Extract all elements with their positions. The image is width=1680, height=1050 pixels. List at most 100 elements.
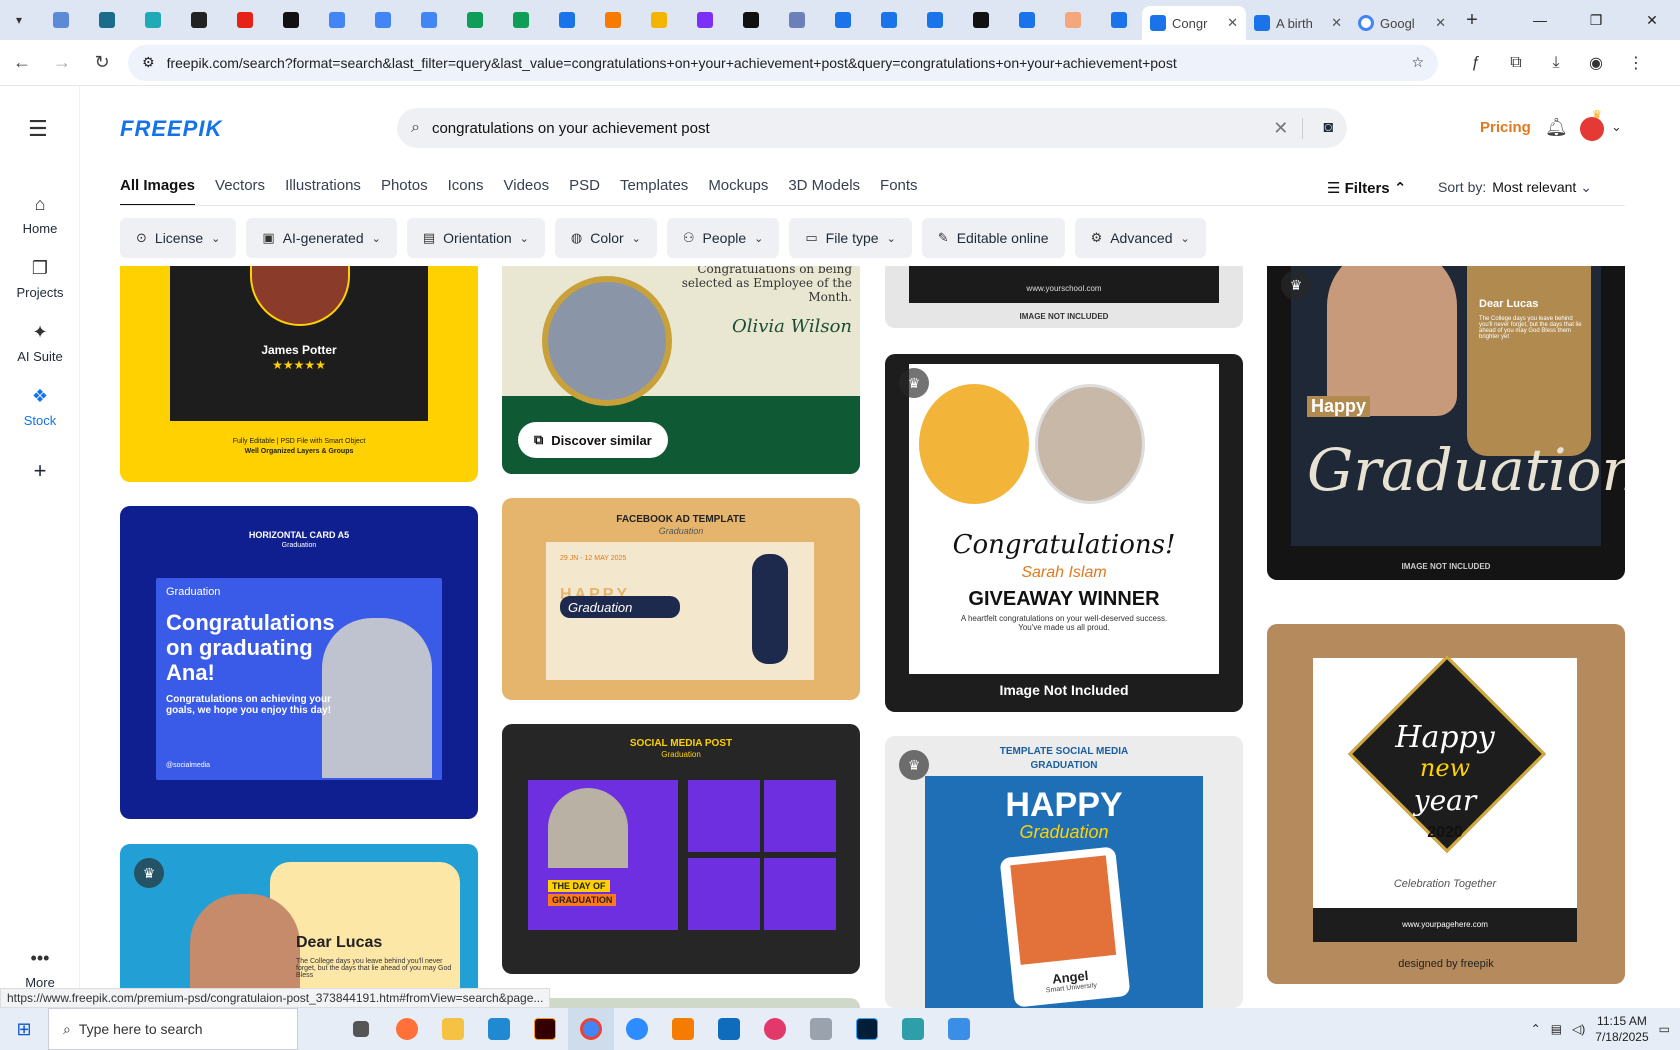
zoom-icon[interactable] xyxy=(614,1008,660,1050)
pinned-tab[interactable] xyxy=(222,0,268,40)
result-card[interactable]: Congratulations! Sarah Islam GIVEAWAY WI… xyxy=(885,354,1243,712)
pinned-tab[interactable] xyxy=(866,0,912,40)
rail-item-home[interactable]: ⌂ Home xyxy=(0,194,80,236)
hamburger-menu-icon[interactable]: ☰ xyxy=(28,116,48,142)
new-tab-button[interactable]: + xyxy=(1454,9,1490,32)
orientation-filter[interactable]: ▤ Orientation ⌄ xyxy=(406,218,545,258)
result-card[interactable]: FACEBOOK AD TEMPLATE Graduation 29 JN - … xyxy=(502,498,860,700)
close-icon[interactable]: ✕ xyxy=(1331,15,1342,31)
pinned-tab[interactable] xyxy=(682,0,728,40)
taskbar-search[interactable]: ⌕ Type here to search xyxy=(48,1008,298,1050)
browser-tab-active[interactable]: Congr ✕ xyxy=(1142,6,1246,40)
profile-avatar-icon[interactable]: ◉ xyxy=(1576,45,1616,81)
pinned-tab[interactable] xyxy=(820,0,866,40)
chevron-down-icon[interactable]: ⌄ xyxy=(1611,119,1622,135)
tab-icons[interactable]: Icons xyxy=(448,177,484,206)
tab-vectors[interactable]: Vectors xyxy=(215,177,265,206)
result-card[interactable] xyxy=(502,998,860,1008)
pinned-tab[interactable] xyxy=(452,0,498,40)
rail-item-stock[interactable]: ❖ Stock xyxy=(0,386,80,428)
tab-fonts[interactable]: Fonts xyxy=(880,177,918,206)
search-input[interactable] xyxy=(431,119,1248,137)
tab-templates[interactable]: Templates xyxy=(620,177,688,206)
pinned-tab[interactable] xyxy=(314,0,360,40)
app-icon[interactable] xyxy=(936,1008,982,1050)
windows-start-icon[interactable]: ⊞ xyxy=(0,1019,48,1040)
result-card[interactable]: www.yourschool.com IMAGE NOT INCLUDED xyxy=(885,266,1243,328)
result-card[interactable]: James Potter ★★★★★ Fully Editable | PSD … xyxy=(120,266,478,482)
browser-tab[interactable]: A birth ✕ xyxy=(1246,6,1350,40)
tab-videos[interactable]: Videos xyxy=(504,177,550,206)
reload-icon[interactable]: ↻ xyxy=(84,45,120,81)
browser-menu-icon[interactable]: ⋮ xyxy=(1616,45,1656,81)
download-icon[interactable]: ⤓ xyxy=(1536,45,1576,81)
pinned-tab[interactable] xyxy=(912,0,958,40)
minimize-icon[interactable]: — xyxy=(1512,0,1568,40)
rail-item-projects[interactable]: ❐ Projects xyxy=(0,258,80,300)
people-filter[interactable]: ⚇ People ⌄ xyxy=(666,218,780,258)
camera-search-icon[interactable]: ◙ xyxy=(1315,119,1333,137)
pinned-tab[interactable] xyxy=(130,0,176,40)
result-card[interactable]: Dear Lucas The College days you leave be… xyxy=(1267,266,1625,580)
tab-all-images[interactable]: All Images xyxy=(120,177,196,206)
pinned-tab[interactable] xyxy=(1096,0,1142,40)
tab-mockups[interactable]: Mockups xyxy=(708,177,768,206)
result-card[interactable]: Happy new year 2020 Celebration Together… xyxy=(1267,624,1625,984)
bookmark-star-icon[interactable]: ☆ xyxy=(1411,54,1424,71)
result-card[interactable]: Dear Lucas The College days you leave be… xyxy=(120,844,478,1008)
extension-icon[interactable]: ƒ xyxy=(1456,45,1496,81)
pinned-tab[interactable] xyxy=(958,0,1004,40)
license-filter[interactable]: ⊙ License ⌄ xyxy=(120,218,237,258)
ai-generated-filter[interactable]: ▣ AI-generated ⌄ xyxy=(246,218,397,258)
pinned-tab[interactable] xyxy=(728,0,774,40)
vscode-icon[interactable] xyxy=(476,1008,522,1050)
pinned-tab[interactable] xyxy=(498,0,544,40)
close-icon[interactable]: ✕ xyxy=(1227,15,1238,31)
pinned-tab[interactable] xyxy=(176,0,222,40)
forward-icon[interactable]: → xyxy=(44,45,80,81)
editable-online-filter[interactable]: ✎ Editable online xyxy=(921,218,1065,258)
pinned-tab[interactable] xyxy=(1050,0,1096,40)
pinned-tab[interactable] xyxy=(360,0,406,40)
firefox-icon[interactable] xyxy=(384,1008,430,1050)
file-explorer-icon[interactable] xyxy=(430,1008,476,1050)
filters-toggle[interactable]: ☰ Filters ⌃ xyxy=(1327,179,1406,197)
file-type-filter[interactable]: ▭ File type ⌄ xyxy=(789,218,912,258)
discover-similar-button[interactable]: ⧉ Discover similar xyxy=(518,422,668,458)
pinned-tab[interactable] xyxy=(544,0,590,40)
rail-item-more[interactable]: ••• More xyxy=(0,948,80,990)
pinned-tab[interactable] xyxy=(774,0,820,40)
tab-3d-models[interactable]: 3D Models xyxy=(788,177,860,206)
back-icon[interactable]: ← xyxy=(4,45,40,81)
tab-photos[interactable]: Photos xyxy=(381,177,428,206)
outlook-icon[interactable] xyxy=(706,1008,752,1050)
pen-tool-icon[interactable] xyxy=(798,1008,844,1050)
notifications-icon[interactable]: ▭ xyxy=(1659,1022,1670,1036)
clear-search-icon[interactable]: ✕ xyxy=(1259,117,1304,139)
pinned-tab[interactable] xyxy=(636,0,682,40)
browser-tab[interactable]: Googl ✕ xyxy=(1350,6,1454,40)
color-filter[interactable]: ◍ Color ⌄ xyxy=(554,218,657,258)
network-icon[interactable]: ▤ xyxy=(1551,1022,1562,1036)
pinned-tab[interactable] xyxy=(268,0,314,40)
notifications-bell-icon[interactable]: 🔔︎ xyxy=(1545,117,1568,138)
close-icon[interactable]: ✕ xyxy=(1435,15,1446,31)
tab-illustrations[interactable]: Illustrations xyxy=(285,177,361,206)
omnibox[interactable]: ⚙ freepik.com/search?format=search&last_… xyxy=(128,44,1438,81)
close-window-icon[interactable]: ✕ xyxy=(1624,0,1680,40)
illustrator-icon[interactable] xyxy=(522,1008,568,1050)
pricing-link[interactable]: Pricing xyxy=(1480,119,1531,136)
app-icon[interactable] xyxy=(890,1008,936,1050)
chevron-up-icon[interactable]: ⌃ xyxy=(1531,1022,1541,1036)
extensions-puzzle-icon[interactable]: ⧉ xyxy=(1496,45,1536,81)
result-card[interactable]: HORIZONTAL CARD A5 Graduation Graduation… xyxy=(120,506,478,819)
pinned-tab[interactable] xyxy=(406,0,452,40)
restore-icon[interactable]: ❐ xyxy=(1568,0,1624,40)
result-card[interactable]: TEMPLATE SOCIAL MEDIA GRADUATION HAPPY G… xyxy=(885,736,1243,1008)
site-info-icon[interactable]: ⚙ xyxy=(142,54,155,71)
app-icon[interactable] xyxy=(660,1008,706,1050)
chrome-icon[interactable] xyxy=(568,1008,614,1050)
pinned-tab[interactable] xyxy=(84,0,130,40)
advanced-filter[interactable]: ⚙ Advanced ⌄ xyxy=(1074,218,1206,258)
add-icon[interactable]: + xyxy=(0,458,80,484)
